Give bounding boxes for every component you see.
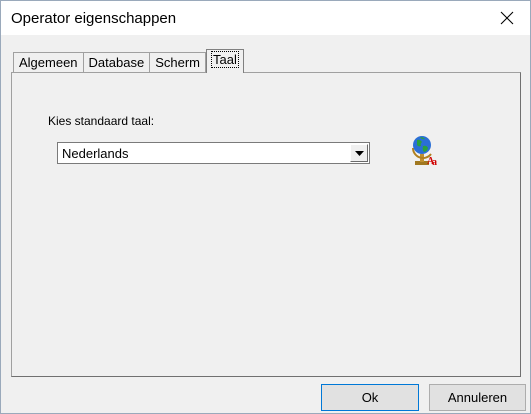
dropdown-button[interactable]: [350, 144, 368, 162]
language-label: Kies standaard taal:: [48, 114, 155, 128]
close-icon: [500, 11, 514, 25]
language-select[interactable]: Nederlands: [57, 142, 370, 164]
chevron-down-icon: [354, 150, 364, 156]
tab-strip: Algemeen Database Scherm Taal: [13, 49, 244, 73]
title-bar: Operator eigenschappen: [1, 1, 530, 35]
svg-text:a: a: [432, 157, 437, 168]
tab-label: Algemeen: [19, 55, 78, 70]
window-title: Operator eigenschappen: [11, 10, 177, 27]
ok-button[interactable]: Ok: [321, 384, 419, 411]
dialog-window: Operator eigenschappen Algemeen Database…: [0, 0, 531, 414]
language-select-value: Nederlands: [62, 146, 129, 161]
close-button[interactable]: [484, 1, 530, 35]
tab-scherm[interactable]: Scherm: [149, 52, 206, 73]
cancel-button[interactable]: Annuleren: [429, 384, 526, 411]
tab-label: Database: [88, 55, 145, 70]
tab-algemeen[interactable]: Algemeen: [13, 52, 84, 73]
globe-icon: A a: [412, 136, 437, 168]
tab-label: Taal: [211, 51, 239, 68]
tab-label: Scherm: [155, 55, 200, 70]
tab-database[interactable]: Database: [82, 52, 151, 73]
tab-taal[interactable]: Taal: [206, 49, 244, 73]
